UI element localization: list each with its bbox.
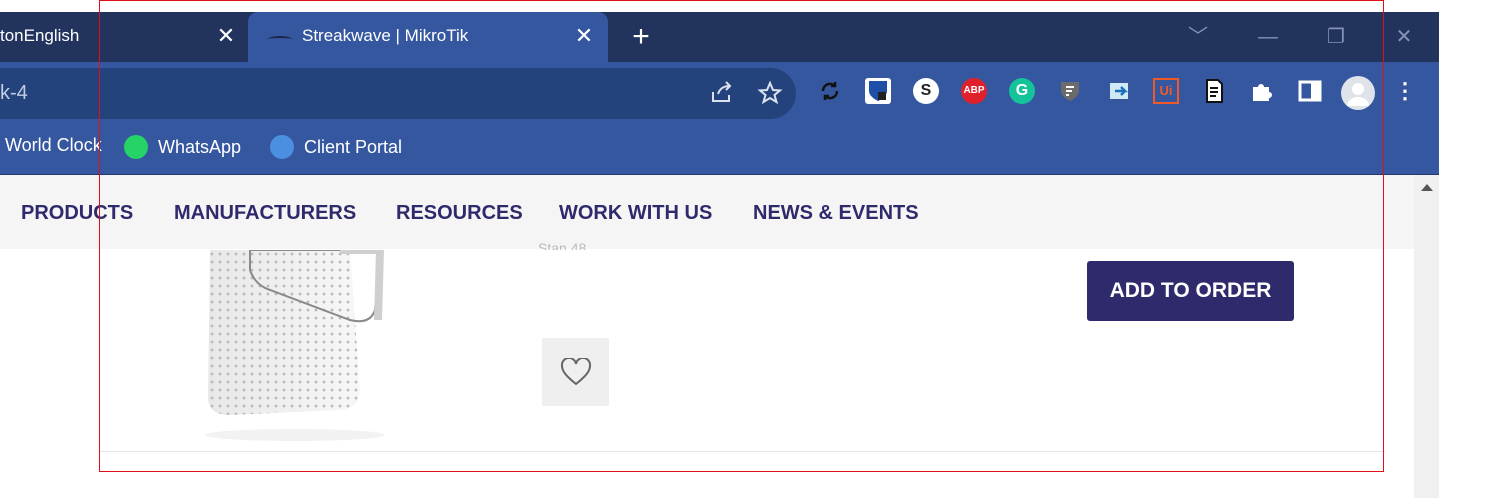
nav-news-events[interactable]: NEWS & EVENTS — [753, 202, 919, 225]
close-tab-icon[interactable]: ✕ — [572, 24, 596, 48]
sync-icon[interactable] — [817, 78, 843, 104]
grammarly-icon[interactable]: G — [1009, 78, 1035, 104]
bookmark-label: World Clock — [5, 135, 102, 155]
bookmark-label: WhatsApp — [158, 136, 242, 157]
uipath-icon[interactable]: Ui — [1153, 78, 1179, 104]
bookmark-label: Client Portal — [304, 136, 403, 157]
tab-title: Streakwave | MikroTik — [302, 26, 469, 45]
arrow-extension-icon[interactable] — [1107, 78, 1133, 104]
new-tab-button[interactable]: + — [626, 22, 656, 52]
nav-resources[interactable]: RESOURCES — [396, 202, 523, 225]
site-favicon-icon — [268, 36, 292, 42]
shield-icon[interactable] — [1057, 78, 1083, 104]
close-tab-icon[interactable]: ✕ — [214, 24, 238, 48]
globe-icon — [270, 135, 294, 159]
product-meta-text: Stan 48 — [538, 240, 587, 250]
bookmark-world-clock[interactable]: World Clock — [5, 135, 102, 156]
profile-avatar[interactable] — [1341, 76, 1375, 110]
kebab-menu-icon[interactable]: ⋮ — [1393, 78, 1417, 104]
add-to-order-button[interactable]: ADD TO ORDER — [1087, 261, 1294, 321]
scrollbar[interactable] — [1414, 175, 1439, 498]
bookmark-whatsapp[interactable]: WhatsApp — [124, 135, 241, 159]
s-extension-icon[interactable]: S — [913, 78, 939, 104]
nav-work-with-us[interactable]: WORK WITH US — [559, 202, 712, 225]
puzzle-icon[interactable] — [1249, 78, 1275, 104]
address-bar[interactable]: k-4 — [0, 68, 796, 119]
browser-toolbar: k-4 S ABP G Ui ⋮ — [0, 62, 1439, 119]
site-nav: PRODUCTS MANUFACTURERS RESOURCES WORK WI… — [0, 175, 1414, 249]
sidepanel-icon[interactable] — [1297, 78, 1323, 104]
restore-icon[interactable]: ❐ — [1324, 22, 1348, 52]
document-icon[interactable] — [1201, 78, 1227, 104]
tab-inactive[interactable]: tonEnglish ✕ — [0, 12, 245, 62]
bookmark-client-portal[interactable]: Client Portal — [270, 135, 402, 159]
address-url: k-4 — [0, 82, 28, 104]
window-close-icon[interactable]: ✕ — [1392, 22, 1416, 52]
bookmarks-bar: World Clock WhatsApp Client Portal — [0, 119, 1439, 175]
tab-title: tonEnglish — [0, 26, 80, 45]
whatsapp-icon — [124, 135, 148, 159]
nav-manufacturers[interactable]: MANUFACTURERS — [174, 202, 356, 225]
wishlist-button[interactable] — [542, 338, 609, 406]
product-image — [205, 250, 385, 441]
scroll-up-arrow-icon[interactable] — [1421, 184, 1433, 191]
heart-icon — [560, 358, 591, 386]
bitwarden-icon[interactable] — [865, 78, 891, 104]
tab-active[interactable]: Streakwave | MikroTik ✕ — [248, 12, 608, 62]
bookmark-star-icon[interactable] — [756, 80, 784, 108]
tab-bar: tonEnglish ✕ Streakwave | MikroTik ✕ + ﹀… — [0, 12, 1439, 62]
share-icon[interactable] — [708, 80, 736, 108]
adblock-plus-icon[interactable]: ABP — [961, 78, 987, 104]
minimize-icon[interactable]: — — [1256, 22, 1280, 52]
nav-products[interactable]: PRODUCTS — [21, 202, 133, 225]
tab-search-icon[interactable]: ﹀ — [1186, 22, 1210, 52]
section-divider — [100, 451, 1385, 452]
